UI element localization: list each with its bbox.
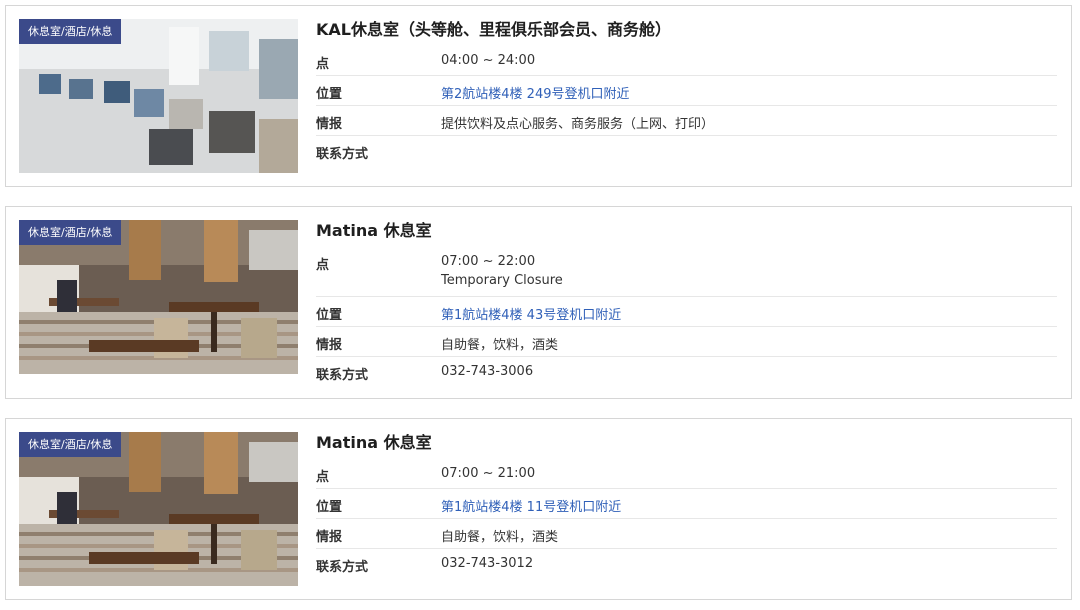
- lounge-card: 休息室/酒店/休息 KAL休息室（头等舱、里程俱乐部会员、商务舱） 点 04:0…: [5, 5, 1072, 187]
- hours-text: 07:00 ~ 22:00: [441, 254, 536, 269]
- hours-value: 07:00 ~ 21:00: [441, 466, 536, 481]
- lounge-info-table: 点 07:00 ~ 22:00 Temporary Closure 位置 第1航…: [316, 247, 1057, 387]
- info-label: 情报: [316, 117, 343, 132]
- lounge-title[interactable]: Matina 休息室: [316, 429, 432, 453]
- location-row: 位置 第1航站楼4楼 11号登机口附近: [316, 489, 1057, 519]
- lounge-card: 休息室/酒店/休息 Matina 休息室 点 07:00 ~ 22:00 Tem…: [5, 206, 1072, 399]
- contact-value: 032-743-3012: [441, 556, 534, 571]
- location-row: 位置 第1航站楼4楼 43号登机口附近: [316, 297, 1057, 327]
- contact-value: 032-743-3006: [441, 364, 534, 379]
- contact-label: 联系方式: [316, 560, 369, 575]
- location-link[interactable]: 第1航站楼4楼 11号登机口附近: [441, 489, 621, 518]
- lounge-title[interactable]: KAL休息室（头等舱、里程俱乐部会员、商务舱）: [316, 16, 671, 40]
- hours-label: 点: [316, 470, 330, 485]
- category-badge: 休息室/酒店/休息: [19, 19, 122, 44]
- lounge-photo[interactable]: 休息室/酒店/休息: [19, 220, 298, 374]
- info-row: 情报 自助餐，饮料，酒类: [316, 519, 1057, 549]
- lounge-photo[interactable]: 休息室/酒店/休息: [19, 432, 298, 586]
- location-link[interactable]: 第1航站楼4楼 43号登机口附近: [441, 297, 621, 326]
- hours-value: 04:00 ~ 24:00: [441, 53, 536, 68]
- lounge-info-table: 点 04:00 ~ 24:00 位置 第2航站楼4楼 249号登机口附近 情报 …: [316, 46, 1057, 166]
- hours-label: 点: [316, 258, 330, 273]
- contact-row: 联系方式 032-743-3012: [316, 549, 1057, 579]
- location-label: 位置: [316, 308, 343, 323]
- contact-label: 联系方式: [316, 147, 369, 162]
- contact-row: 联系方式: [316, 136, 1057, 166]
- info-value: 提供饮料及点心服务、商务服务（上网、打印）: [441, 117, 715, 132]
- lounge-info-table: 点 07:00 ~ 21:00 位置 第1航站楼4楼 11号登机口附近 情报 自…: [316, 459, 1057, 579]
- location-link[interactable]: 第2航站楼4楼 249号登机口附近: [441, 76, 630, 105]
- lounge-card: 休息室/酒店/休息 Matina 休息室 点 07:00 ~ 21:00 位置 …: [5, 418, 1072, 600]
- hours-row: 点 07:00 ~ 21:00: [316, 459, 1057, 489]
- info-label: 情报: [316, 338, 343, 353]
- lounge-photo[interactable]: 休息室/酒店/休息: [19, 19, 298, 173]
- contact-label: 联系方式: [316, 368, 369, 383]
- hours-value: 07:00 ~ 22:00 Temporary Closure: [441, 247, 563, 296]
- location-label: 位置: [316, 500, 343, 515]
- hours-label: 点: [316, 57, 330, 72]
- contact-row: 联系方式 032-743-3006: [316, 357, 1057, 387]
- location-row: 位置 第2航站楼4楼 249号登机口附近: [316, 76, 1057, 106]
- location-label: 位置: [316, 87, 343, 102]
- info-value: 自助餐，饮料，酒类: [441, 338, 559, 353]
- hours-row: 点 04:00 ~ 24:00: [316, 46, 1057, 76]
- info-value: 自助餐，饮料，酒类: [441, 530, 559, 545]
- info-row: 情报 提供饮料及点心服务、商务服务（上网、打印）: [316, 106, 1057, 136]
- hours-row: 点 07:00 ~ 22:00 Temporary Closure: [316, 247, 1057, 297]
- lounge-title[interactable]: Matina 休息室: [316, 217, 432, 241]
- closure-status: Temporary Closure: [441, 273, 563, 288]
- category-badge: 休息室/酒店/休息: [19, 220, 122, 245]
- category-badge: 休息室/酒店/休息: [19, 432, 122, 457]
- info-label: 情报: [316, 530, 343, 545]
- info-row: 情报 自助餐，饮料，酒类: [316, 327, 1057, 357]
